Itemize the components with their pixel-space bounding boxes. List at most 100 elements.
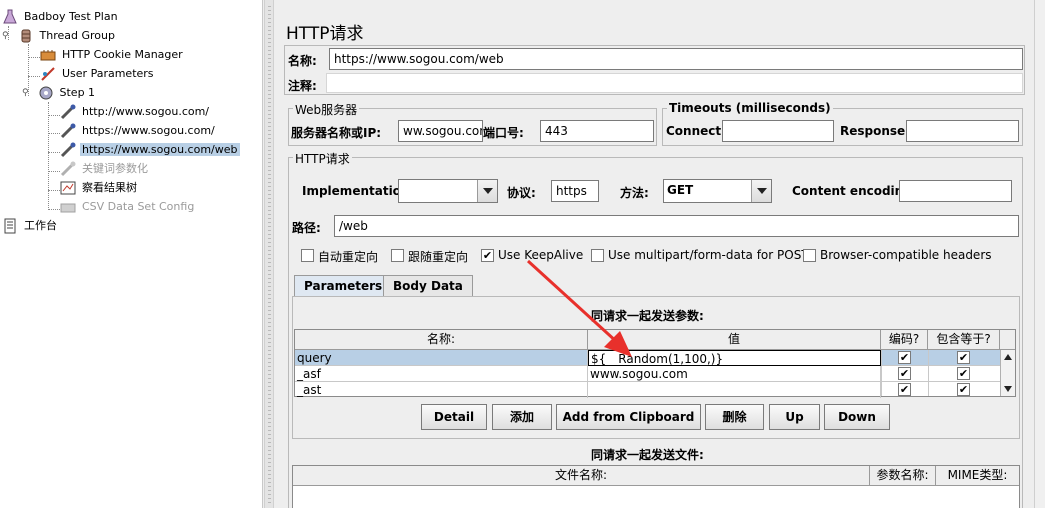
include-equals-checkbox[interactable]: ✔ bbox=[957, 383, 970, 396]
response-timeout-field[interactable] bbox=[906, 120, 1019, 142]
name-label: 名称: bbox=[288, 54, 317, 68]
col-header-encode[interactable]: 编码? bbox=[881, 330, 928, 350]
server-label: 服务器名称或IP: bbox=[291, 126, 382, 140]
cookie-manager-icon bbox=[40, 47, 56, 63]
params-table[interactable]: 名称: 值 编码? 包含等于? query ${__Random(1,100,)… bbox=[294, 329, 1016, 398]
comment-label: 注释: bbox=[288, 79, 317, 93]
tree-item-step-1[interactable]: ⚲ Step 1 bbox=[22, 84, 97, 102]
tree-item-test-plan[interactable]: Badboy Test Plan bbox=[2, 8, 120, 26]
auto-redirect-checkbox[interactable] bbox=[301, 249, 314, 262]
tab-parameters[interactable]: Parameters bbox=[294, 275, 393, 297]
params-scrollbar[interactable] bbox=[1000, 350, 1015, 396]
implementation-select[interactable] bbox=[398, 179, 498, 203]
protocol-label: 协议: bbox=[507, 186, 536, 200]
add-button[interactable]: 添加 bbox=[492, 404, 552, 430]
table-row[interactable]: query ${__Random(1,100,)} ✔ ✔ bbox=[295, 350, 1000, 366]
method-value: GET bbox=[667, 183, 694, 197]
up-button[interactable]: Up bbox=[769, 404, 820, 430]
sampler-pipette-icon bbox=[60, 123, 76, 139]
web-server-legend: Web服务器 bbox=[293, 101, 360, 118]
tree-item-label: Badboy Test Plan bbox=[24, 10, 118, 23]
col-header-mime-type[interactable]: MIME类型: bbox=[936, 466, 1019, 486]
down-button[interactable]: Down bbox=[824, 404, 890, 430]
workbench-icon bbox=[2, 218, 18, 234]
tree-item-label: Step 1 bbox=[59, 86, 96, 99]
test-plan-tree[interactable]: Badboy Test Plan ⚲ Thread Group HTTP Coo… bbox=[0, 0, 263, 508]
tree-item-label: http://www.sogou.com/ bbox=[82, 105, 210, 118]
tree-item-csv-config[interactable]: CSV Data Set Config bbox=[60, 198, 196, 216]
connect-timeout-field[interactable] bbox=[722, 120, 834, 142]
col-header-corner bbox=[1000, 330, 1015, 350]
encode-checkbox[interactable]: ✔ bbox=[898, 383, 911, 396]
files-title: 同请求一起发送文件: bbox=[591, 448, 704, 462]
param-name-cell[interactable]: _asf bbox=[295, 366, 588, 382]
delete-button[interactable]: 删除 bbox=[705, 404, 764, 430]
param-value-cell[interactable] bbox=[588, 382, 881, 398]
port-field[interactable]: 443 bbox=[540, 120, 654, 142]
tree-item-sampler-http[interactable]: http://www.sogou.com/ bbox=[60, 103, 211, 121]
tree-item-label: 关键词参数化 bbox=[82, 162, 148, 175]
pane-splitter[interactable] bbox=[264, 0, 274, 508]
path-label: 路径: bbox=[292, 221, 321, 235]
sampler-pipette-icon bbox=[60, 104, 76, 120]
tree-item-label: 工作台 bbox=[24, 219, 57, 232]
param-name-cell[interactable]: _ast bbox=[295, 382, 588, 398]
tree-item-label: HTTP Cookie Manager bbox=[62, 48, 183, 61]
user-parameters-icon bbox=[40, 66, 56, 82]
tree-item-sampler-https[interactable]: https://www.sogou.com/ bbox=[60, 122, 217, 140]
name-field[interactable]: https://www.sogou.com/web bbox=[329, 48, 1023, 70]
include-equals-checkbox[interactable]: ✔ bbox=[957, 351, 970, 364]
tree-item-cookie-manager[interactable]: HTTP Cookie Manager bbox=[40, 46, 185, 64]
col-header-include-equals[interactable]: 包含等于? bbox=[928, 330, 1000, 350]
page-title: HTTP请求 bbox=[286, 24, 364, 44]
encode-checkbox[interactable]: ✔ bbox=[898, 351, 911, 364]
method-label: 方法: bbox=[620, 186, 649, 200]
chevron-down-icon[interactable] bbox=[751, 180, 771, 202]
expand-toggle-icon[interactable]: ⚲ bbox=[2, 27, 14, 45]
path-field[interactable]: /web bbox=[334, 215, 1019, 237]
protocol-field[interactable]: https bbox=[551, 180, 599, 202]
table-row[interactable]: _ast ✔ ✔ bbox=[295, 382, 1000, 398]
add-from-clipboard-button[interactable]: Add from Clipboard bbox=[556, 404, 701, 430]
content-encoding-field[interactable] bbox=[899, 180, 1012, 202]
tree-item-label: 察看结果树 bbox=[82, 181, 137, 194]
results-tree-icon bbox=[60, 180, 76, 196]
scroll-up-icon[interactable] bbox=[1004, 354, 1012, 360]
step-gear-icon bbox=[38, 85, 54, 101]
tree-item-results-tree[interactable]: 察看结果树 bbox=[60, 179, 139, 197]
sampler-pipette-icon bbox=[60, 142, 76, 158]
col-header-param-name[interactable]: 参数名称: bbox=[870, 466, 936, 486]
tree-item-user-parameters[interactable]: User Parameters bbox=[40, 65, 156, 83]
comment-field[interactable] bbox=[326, 73, 1023, 93]
tree-item-thread-group[interactable]: ⚲ Thread Group bbox=[2, 27, 117, 45]
test-plan-icon bbox=[2, 9, 18, 25]
encode-checkbox[interactable]: ✔ bbox=[898, 367, 911, 380]
chevron-down-icon[interactable] bbox=[477, 180, 497, 202]
connect-label: Connect: bbox=[666, 124, 726, 138]
param-value-cell[interactable]: www.sogou.com bbox=[588, 366, 881, 382]
thread-group-icon bbox=[18, 28, 34, 44]
tree-item-sampler-https-web[interactable]: https://www.sogou.com/web bbox=[60, 141, 240, 159]
expand-toggle-icon[interactable]: ⚲ bbox=[22, 84, 34, 102]
auto-redirect-label: 自动重定向 bbox=[318, 250, 379, 264]
tree-item-label: User Parameters bbox=[62, 67, 154, 80]
files-table[interactable]: 文件名称: 参数名称: MIME类型: bbox=[292, 465, 1020, 508]
tab-body-data[interactable]: Body Data bbox=[383, 275, 473, 297]
scroll-down-icon[interactable] bbox=[1004, 386, 1012, 392]
tree-item-workbench[interactable]: 工作台 bbox=[2, 217, 59, 235]
include-equals-checkbox[interactable]: ✔ bbox=[957, 367, 970, 380]
tree-item-label: https://www.sogou.com/web bbox=[80, 143, 240, 156]
keepalive-checkbox[interactable]: ✔ bbox=[481, 249, 494, 262]
browser-headers-label: Browser-compatible headers bbox=[820, 248, 992, 262]
tree-item-keyword-param[interactable]: 关键词参数化 bbox=[60, 160, 150, 178]
timeouts-legend: Timeouts (milliseconds) bbox=[667, 101, 833, 115]
table-row[interactable]: _asf www.sogou.com ✔ ✔ bbox=[295, 366, 1000, 382]
panel-scrollbar[interactable] bbox=[1034, 0, 1045, 508]
follow-redirect-checkbox[interactable] bbox=[391, 249, 404, 262]
browser-headers-checkbox[interactable] bbox=[803, 249, 816, 262]
method-select[interactable]: GET bbox=[663, 179, 772, 203]
col-header-filename[interactable]: 文件名称: bbox=[293, 466, 870, 486]
detail-button[interactable]: Detail bbox=[421, 404, 487, 430]
content-encoding-label: Content encoding: bbox=[792, 184, 917, 198]
server-field[interactable]: ww.sogou.com bbox=[398, 120, 483, 142]
